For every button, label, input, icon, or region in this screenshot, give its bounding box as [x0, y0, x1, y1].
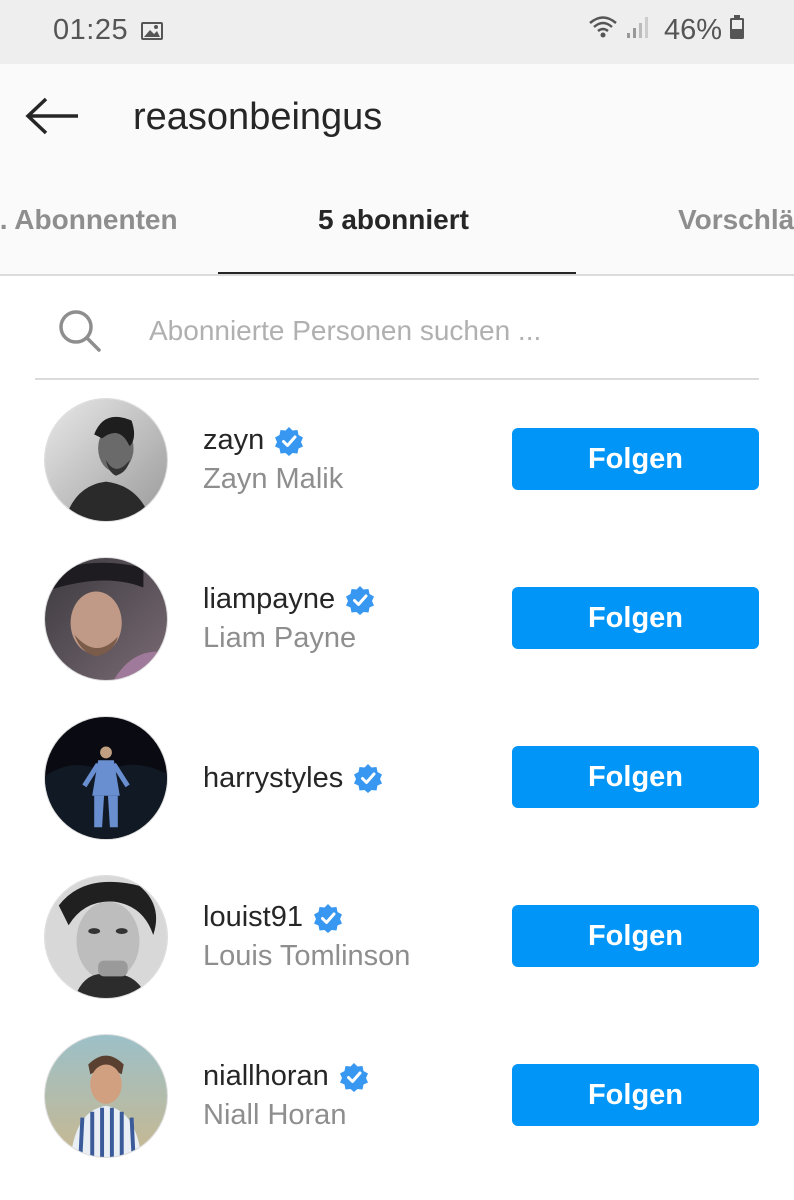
- status-indicators: 46%: [588, 14, 744, 47]
- wifi-icon: [588, 14, 618, 47]
- search-icon: [57, 308, 103, 354]
- search-bar: [35, 292, 759, 380]
- tab-following[interactable]: 5 abonniert: [318, 204, 469, 236]
- user-names: louist91 Louis Tomlinson: [203, 875, 410, 999]
- battery-icon: [730, 14, 744, 47]
- page-title: reasonbeingus: [133, 96, 383, 138]
- tab-followers[interactable]: l. Abonnenten: [0, 204, 178, 236]
- image-icon: [141, 22, 163, 40]
- list-item: harrystyles Folgen: [0, 716, 794, 856]
- list-item: zayn Zayn Malik Folgen: [0, 398, 794, 538]
- verified-badge-icon: [353, 763, 383, 793]
- follow-button[interactable]: Folgen: [512, 587, 759, 649]
- full-name: Louis Tomlinson: [203, 940, 411, 972]
- verified-badge-icon: [345, 585, 375, 615]
- verified-badge-icon: [313, 903, 343, 933]
- signal-icon: [626, 14, 648, 47]
- follow-button[interactable]: Folgen: [512, 905, 759, 967]
- tab-suggestions[interactable]: Vorschlä: [678, 204, 794, 236]
- full-name: Liam Payne: [203, 622, 357, 654]
- status-time: 01:25: [53, 14, 129, 46]
- user-names: niallhoran Niall Horan: [203, 1034, 369, 1158]
- avatar[interactable]: [44, 1034, 168, 1158]
- username[interactable]: harrystyles: [203, 762, 343, 795]
- verified-badge-icon: [274, 426, 304, 456]
- follow-button[interactable]: Folgen: [512, 1064, 759, 1126]
- follow-button[interactable]: Folgen: [512, 428, 759, 490]
- user-names: liampayne Liam Payne: [203, 557, 375, 681]
- avatar[interactable]: [44, 875, 168, 999]
- status-bar: 01:25 46%: [0, 0, 794, 64]
- user-names: zayn Zayn Malik: [203, 398, 343, 522]
- user-names: harrystyles: [203, 716, 383, 840]
- username[interactable]: zayn: [203, 424, 264, 457]
- list-item: louist91 Louis Tomlinson Folgen: [0, 875, 794, 1015]
- search-input[interactable]: [149, 310, 729, 352]
- full-name: Zayn Malik: [203, 463, 344, 495]
- list-item: niallhoran Niall Horan Folgen: [0, 1034, 794, 1174]
- verified-badge-icon: [339, 1062, 369, 1092]
- list-item: liampayne Liam Payne Folgen: [0, 557, 794, 697]
- full-name: Niall Horan: [203, 1099, 347, 1131]
- app-header: reasonbeingus: [0, 64, 794, 176]
- active-tab-indicator: [218, 272, 576, 274]
- avatar[interactable]: [44, 398, 168, 522]
- tab-bar: l. Abonnenten 5 abonniert Vorschlä: [0, 176, 794, 276]
- battery-percent: 46%: [663, 14, 722, 46]
- back-arrow-icon: [25, 97, 78, 135]
- avatar[interactable]: [44, 716, 168, 840]
- back-button[interactable]: [22, 94, 82, 138]
- follow-button[interactable]: Folgen: [512, 746, 759, 808]
- username[interactable]: liampayne: [203, 583, 335, 616]
- avatar[interactable]: [44, 557, 168, 681]
- username[interactable]: niallhoran: [203, 1060, 329, 1093]
- username[interactable]: louist91: [203, 901, 303, 934]
